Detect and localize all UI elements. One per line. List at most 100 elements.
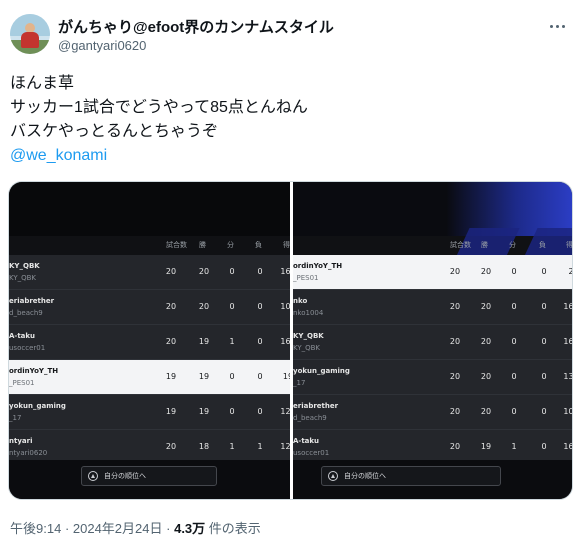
- tweet-time[interactable]: 午後9:14: [10, 521, 61, 536]
- player-name: ntyari: [9, 437, 33, 445]
- stat-cell: 0: [257, 302, 263, 311]
- stat-cell: 20: [480, 302, 492, 311]
- player-name: KY_QBK: [9, 262, 40, 270]
- stat-cell: 20: [449, 407, 461, 416]
- leaderboard-row-highlighted: ordinYoY_TH _PES01 20 20 0 0 2: [293, 255, 572, 290]
- leaderboard-row: eriabrether d_beach9 20 20 0 0 108: [293, 395, 572, 430]
- leaderboard-row-highlighted: ordinYoY_TH _PES01 19 19 0 0 19: [9, 360, 290, 395]
- player-id: usoccer01: [9, 344, 46, 352]
- stat-cell: 20: [449, 372, 461, 381]
- stat-cell: 0: [257, 407, 263, 416]
- stat-cell: 164: [563, 302, 572, 311]
- more-options-icon[interactable]: [545, 16, 569, 36]
- stat-cell: 163: [563, 337, 572, 346]
- footer-bar: 自分の順位へ: [9, 460, 290, 499]
- stat-cell: 0: [511, 372, 517, 381]
- stat-cell: 19: [480, 442, 492, 451]
- stat-cell: 19: [198, 372, 210, 381]
- stat-cell: 0: [229, 407, 235, 416]
- stat-cell: 20: [165, 337, 177, 346]
- stat-cell: 20: [449, 337, 461, 346]
- player-name: A-taku: [293, 437, 320, 445]
- stat-cell: 0: [229, 267, 235, 276]
- leaderboard-row: nko nko1004 20 20 0 0 164: [293, 290, 572, 325]
- avatar[interactable]: [10, 14, 50, 54]
- user-handle[interactable]: @gantyari0620: [58, 38, 146, 53]
- stat-cell: 0: [511, 302, 517, 311]
- jump-to-my-rank-button[interactable]: 自分の順位へ: [81, 466, 217, 486]
- tweet-text: ほんま草 サッカー1試合でどうやって85点とんねん バスケやっとるんとちゃうぞ …: [10, 72, 570, 168]
- player-id: ntyari0620: [9, 449, 48, 457]
- stat-cell: 20: [198, 267, 210, 276]
- player-id: _PES01: [293, 274, 319, 282]
- leaderboard-row: KY_QBK KY_QBK 20 20 0 0 163: [9, 255, 290, 290]
- column-header: 得: [283, 241, 290, 249]
- player-id: usoccer01: [293, 449, 330, 457]
- triangle-icon: [328, 471, 338, 481]
- jump-to-my-rank-button[interactable]: 自分の順位へ: [321, 466, 501, 486]
- stat-cell: 137: [563, 372, 572, 381]
- stat-cell: 108: [563, 407, 572, 416]
- stat-cell: 19: [198, 407, 210, 416]
- stat-cell: 0: [511, 267, 517, 276]
- stat-cell: 20: [449, 302, 461, 311]
- stat-cell: 0: [541, 267, 547, 276]
- triangle-icon: [88, 471, 98, 481]
- leaderboard-row: yokun_gaming _17 19 19 0 0 129: [9, 395, 290, 430]
- stat-cell: 1: [257, 442, 263, 451]
- view-count-suffix: 件の表示: [208, 521, 261, 536]
- jump-to-my-rank-label: 自分の順位へ: [104, 472, 146, 480]
- stat-cell: 0: [511, 337, 517, 346]
- stat-cell: 20: [165, 267, 177, 276]
- stat-cell: 0: [541, 372, 547, 381]
- player-name: KY_QBK: [293, 332, 324, 340]
- stat-cell: 20: [480, 372, 492, 381]
- player-name: ordinYoY_TH: [9, 367, 59, 375]
- tweet-date[interactable]: 2024年2月24日: [73, 521, 163, 536]
- stat-cell: 20: [480, 407, 492, 416]
- stat-cell: 108: [280, 302, 290, 311]
- tweet-line: ほんま草: [10, 75, 75, 92]
- player-name: yokun_gaming: [9, 402, 66, 410]
- column-header: 得: [566, 240, 572, 250]
- stat-cell: 20: [165, 442, 177, 451]
- tweet-header: がんちゃり@efoot界のカンナムスタイル @gantyari0620: [10, 12, 569, 60]
- stat-cell: 0: [541, 407, 547, 416]
- stat-cell: 20: [449, 442, 461, 451]
- player-id: _17: [9, 414, 22, 422]
- leaderboard-row: eriabrether d_beach9 20 20 0 0 108: [9, 290, 290, 325]
- leaderboard-row: yokun_gaming _17 20 20 0 0 137: [293, 360, 572, 395]
- tweet-meta: 午後9:14 · 2024年2月24日 · 4.3万 件の表示: [10, 521, 261, 536]
- leaderboard-screenshot-right[interactable]: 試合数 勝 分 負 得 ordinYoY_TH _PES01 20 20 0 0 2 nko nko100…: [293, 182, 572, 499]
- stat-cell: 163: [280, 267, 290, 276]
- player-name: nko: [293, 297, 308, 305]
- stat-cell: 20: [480, 337, 492, 346]
- stat-cell: 165: [280, 337, 290, 346]
- leaderboard-row: A-taku usoccer01 20 19 1 0 165: [9, 325, 290, 360]
- stat-cell: 0: [257, 267, 263, 276]
- view-count: 4.3万: [174, 521, 206, 536]
- stat-cell: 18: [198, 442, 210, 451]
- stat-cell: 19: [165, 372, 177, 381]
- column-header: 勝: [481, 241, 488, 249]
- stat-cell: 20: [480, 267, 492, 276]
- stat-cell: 19: [165, 407, 177, 416]
- column-header: 負: [539, 241, 546, 249]
- display-name[interactable]: がんちゃり@efoot界のカンナムスタイル: [58, 16, 334, 37]
- leaderboard-row: KY_QBK KY_QBK 20 20 0 0 163: [293, 325, 572, 360]
- player-id: KY_QBK: [9, 274, 37, 282]
- stat-cell: 1: [511, 442, 517, 451]
- column-header: 試合数: [166, 241, 187, 249]
- mention-link[interactable]: @we_konami: [10, 144, 570, 168]
- stat-cell: 20: [165, 302, 177, 311]
- leaderboard-screenshot-left[interactable]: 試合数 勝 分 負 得 KY_QBK KY_QBK 20 20 0 0 163 eriabrether d…: [9, 182, 290, 499]
- stat-cell: 0: [229, 302, 235, 311]
- stat-cell: 0: [229, 372, 235, 381]
- column-header: 勝: [199, 241, 206, 249]
- stat-cell: 19: [282, 372, 290, 381]
- stat-cell: 19: [198, 337, 210, 346]
- stat-cell: 0: [541, 302, 547, 311]
- column-header: 分: [227, 241, 234, 249]
- player-id: KY_QBK: [293, 344, 321, 352]
- column-header: 負: [255, 241, 262, 249]
